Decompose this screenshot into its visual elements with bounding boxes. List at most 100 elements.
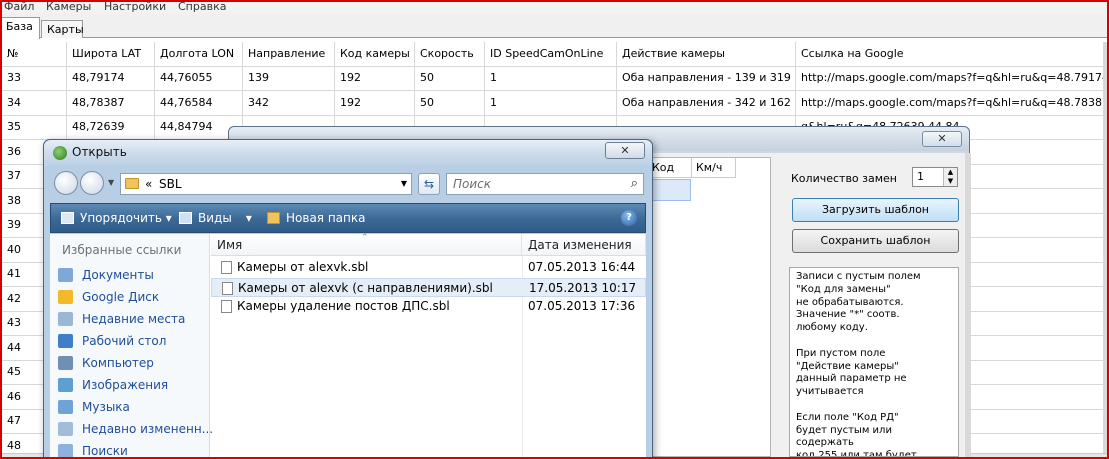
grid-column-header[interactable]: Код камеры — [335, 42, 415, 67]
file-icon — [221, 261, 232, 274]
replace-grid-selected-cell[interactable] — [648, 179, 691, 201]
menu-help[interactable]: Справка — [178, 0, 226, 13]
table-cell[interactable]: 48,78387 — [67, 90, 155, 116]
table-cell[interactable]: 192 — [335, 66, 415, 91]
table-row[interactable]: 33 48,79174 44,76055 139 192 50 1 Оба направлен… — [2, 66, 1109, 91]
table-cell[interactable]: Оба направления - 139 и 319 — [617, 66, 796, 91]
nav-item-label: Недавние места — [82, 312, 186, 326]
replace-count-value: 1 — [917, 170, 924, 183]
recently-changed-icon — [58, 422, 73, 436]
table-cell[interactable]: 50 — [415, 90, 485, 116]
grid-column-header[interactable]: Скорость — [415, 42, 485, 67]
open-file-dialog: Открыть ✕ ▼ « SBL ▼ ⇆ Поиск ⌕ Упорядочит… — [43, 139, 653, 459]
load-template-button[interactable]: Загрузить шаблон — [792, 198, 959, 222]
menu-settings[interactable]: Настройки — [104, 0, 166, 13]
table-cell[interactable]: 48,72639 — [67, 115, 155, 140]
open-dialog-titlebar: Открыть ✕ — [44, 140, 652, 166]
address-bar[interactable]: « SBL ▼ — [120, 173, 412, 195]
nav-item[interactable]: Недавние места — [56, 309, 208, 329]
table-cell[interactable]: http://maps.google.com/maps?f=q&hl=ru&q=… — [796, 91, 1109, 116]
views-button[interactable]: Виды ▾ — [179, 204, 252, 232]
replace-side-panel: Количество замен 1 ▲ ▼ Загрузить шаблон С… — [778, 157, 962, 457]
computer-icon — [58, 356, 73, 370]
column-header-date[interactable]: Дата изменения — [522, 234, 646, 256]
replace-count-stepper[interactable]: 1 ▲ ▼ — [912, 167, 958, 187]
table-cell[interactable]: 342 — [243, 90, 335, 116]
back-button[interactable] — [54, 171, 78, 195]
stepper-arrows-icon[interactable]: ▲ ▼ — [943, 168, 957, 186]
nav-item[interactable]: Музыка — [56, 397, 208, 417]
grid-column-header[interactable]: № — [2, 42, 67, 67]
documents-icon — [58, 268, 73, 282]
replace-grid[interactable]: Код РД Км/ч — [647, 157, 771, 457]
table-cell[interactable]: 44,76055 — [155, 66, 243, 91]
grid-header-row: № Широта LAT Долгота LON Направление Код кам… — [2, 42, 1109, 67]
searches-icon — [58, 444, 73, 458]
replace-dialog-close-button[interactable]: ✕ — [922, 131, 962, 147]
nav-item[interactable]: Изображения — [56, 375, 208, 395]
grid-column-header[interactable]: Направление — [243, 42, 335, 67]
file-date: 17.05.2013 10:17 — [529, 280, 637, 295]
table-row[interactable]: 34 48,78387 44,76584 342 192 50 1 Оба направлен… — [2, 90, 1109, 116]
desktop-icon — [58, 334, 73, 348]
column-header-name[interactable]: Имя ⌃ — [211, 233, 522, 256]
table-cell[interactable]: 34 — [2, 90, 67, 116]
tab-maps[interactable]: Карты — [41, 20, 84, 38]
views-dropdown-icon[interactable]: ▾ — [246, 211, 252, 225]
menu-file[interactable]: Файл — [4, 0, 34, 13]
new-folder-label: Новая папка — [286, 211, 366, 225]
music-icon — [58, 400, 73, 414]
table-cell[interactable]: http://maps.google.com/maps?f=q&hl=ru&q=… — [796, 66, 1109, 91]
search-placeholder: Поиск — [453, 177, 492, 191]
search-input[interactable]: Поиск ⌕ — [446, 173, 644, 195]
table-cell[interactable]: 50 — [415, 66, 485, 91]
grid-column-header[interactable]: Долгота LON — [155, 42, 243, 67]
nav-item-label: Недавно измененн... — [82, 422, 214, 436]
tab-base[interactable]: База — [0, 17, 40, 39]
forward-button[interactable] — [80, 171, 104, 195]
open-dialog-close-button[interactable]: ✕ — [605, 142, 645, 159]
table-cell[interactable]: 1 — [485, 66, 617, 91]
grid-column-header[interactable]: Ссылка на Google — [796, 42, 1109, 67]
folder-icon — [125, 178, 139, 189]
grid-column-header[interactable]: Широта LAT — [67, 42, 155, 67]
table-cell[interactable]: 48,79174 — [67, 66, 155, 91]
organize-button[interactable]: Упорядочить ▾ — [61, 204, 172, 232]
address-dropdown-icon[interactable]: ▼ — [401, 179, 407, 188]
file-row[interactable]: Камеры удаление постов ДПС.sbl 07.05.2013… — [211, 297, 646, 316]
file-name: Камеры от alexvk.sbl — [237, 260, 369, 274]
grid-column-header[interactable]: ID SpeedCamOnLine — [485, 42, 617, 67]
replace-dialog-scrollbar[interactable] — [965, 153, 971, 459]
nav-item[interactable]: Google Диск — [56, 287, 208, 307]
pictures-icon — [58, 378, 73, 392]
table-cell[interactable]: 33 — [2, 66, 67, 91]
new-folder-button[interactable]: Новая папка — [267, 204, 365, 232]
file-name: Камеры удаление постов ДПС.sbl — [237, 299, 450, 313]
refresh-icon[interactable]: ⇆ — [418, 173, 440, 195]
table-cell[interactable]: 192 — [335, 90, 415, 116]
open-dialog-toolbar: Упорядочить ▾ Виды ▾ Новая папка ? — [50, 203, 646, 233]
file-row[interactable]: Камеры от alexvk (с направлениями).sbl 17… — [211, 277, 646, 297]
column-name-label: Имя — [217, 238, 243, 252]
table-cell[interactable]: 1 — [485, 90, 617, 116]
file-list[interactable]: Имя ⌃ Дата изменения Камеры от alexvk.sb… — [211, 233, 646, 459]
address-row: ▼ « SBL ▼ ⇆ Поиск ⌕ — [52, 170, 644, 196]
table-cell[interactable]: 139 — [243, 66, 335, 91]
table-cell[interactable]: 35 — [2, 115, 67, 140]
search-icon[interactable]: ⌕ — [631, 174, 638, 194]
nav-item[interactable]: Компьютер — [56, 353, 208, 373]
table-cell[interactable]: Оба направления - 342 и 162 — [617, 90, 796, 116]
file-row[interactable]: Камеры от alexvk.sbl 07.05.2013 16:44 — [211, 258, 646, 277]
table-cell[interactable]: 44,76584 — [155, 90, 243, 116]
nav-item[interactable]: Рабочий стол — [56, 331, 208, 351]
nav-item[interactable]: Документы — [56, 265, 208, 285]
vertical-scrollbar[interactable] — [1103, 42, 1109, 453]
history-dropdown-icon[interactable]: ▼ — [108, 178, 114, 187]
nav-item-label: Google Диск — [82, 290, 160, 304]
grid-column-header[interactable]: Действие камеры — [617, 42, 796, 67]
help-icon[interactable]: ? — [621, 210, 637, 226]
save-template-button[interactable]: Сохранить шаблон — [792, 229, 959, 253]
nav-item[interactable]: Недавно измененн... — [56, 419, 213, 439]
menu-cameras[interactable]: Камеры — [46, 0, 91, 13]
nav-item[interactable]: Поиски — [56, 441, 208, 459]
